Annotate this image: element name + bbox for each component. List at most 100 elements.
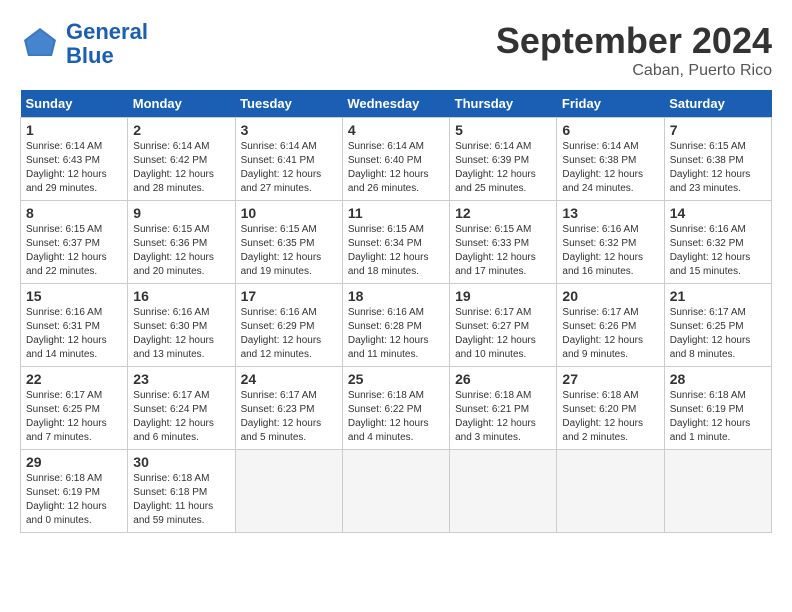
logo-general: General [66,19,148,44]
day-info: Sunrise: 6:16 AMSunset: 6:31 PMDaylight:… [26,306,122,362]
month-year: September 2024 [496,20,772,62]
day-info: Sunrise: 6:14 AMSunset: 6:42 PMDaylight:… [133,140,229,196]
calendar-cell: 16Sunrise: 6:16 AMSunset: 6:30 PMDayligh… [128,284,235,367]
weekday-header-thursday: Thursday [450,90,557,118]
day-info: Sunrise: 6:17 AMSunset: 6:26 PMDaylight:… [562,306,658,362]
calendar-cell: 14 Sunrise: 6:16 AMSunset: 6:32 PMDayligh… [664,201,771,284]
calendar-week-2: 8Sunrise: 6:15 AMSunset: 6:37 PMDaylight… [21,201,772,284]
day-number: 5 [455,122,551,138]
day-info: Sunrise: 6:15 AMSunset: 6:38 PMDaylight:… [670,140,766,196]
day-info: Sunrise: 6:14 AMSunset: 6:38 PMDaylight:… [562,140,658,196]
calendar-cell: 26 Sunrise: 6:18 AMSunset: 6:21 PMDayligh… [450,367,557,450]
calendar-cell: 2 Sunrise: 6:14 AMSunset: 6:42 PMDaylight… [128,118,235,201]
day-info: Sunrise: 6:16 AMSunset: 6:28 PMDaylight:… [348,306,444,362]
calendar-cell: 3 Sunrise: 6:14 AMSunset: 6:41 PMDaylight… [235,118,342,201]
day-number: 11 [348,205,444,221]
day-info: Sunrise: 6:17 AMSunset: 6:25 PMDaylight:… [670,306,766,362]
weekday-header-friday: Friday [557,90,664,118]
calendar-cell: 20 Sunrise: 6:17 AMSunset: 6:26 PMDayligh… [557,284,664,367]
day-number: 19 [455,288,551,304]
calendar-cell [557,450,664,533]
weekday-header-saturday: Saturday [664,90,771,118]
weekday-header-tuesday: Tuesday [235,90,342,118]
calendar-cell [342,450,449,533]
day-number: 4 [348,122,444,138]
day-number: 9 [133,205,229,221]
day-info: Sunrise: 6:15 AMSunset: 6:37 PMDaylight:… [26,223,122,279]
day-number: 29 [26,454,122,470]
day-info: Sunrise: 6:17 AMSunset: 6:24 PMDaylight:… [133,389,229,445]
calendar-cell: 24 Sunrise: 6:17 AMSunset: 6:23 PMDayligh… [235,367,342,450]
day-number: 12 [455,205,551,221]
calendar-cell: 21 Sunrise: 6:17 AMSunset: 6:25 PMDayligh… [664,284,771,367]
day-info: Sunrise: 6:16 AMSunset: 6:30 PMDaylight:… [133,306,229,362]
calendar-cell: 8Sunrise: 6:15 AMSunset: 6:37 PMDaylight… [21,201,128,284]
calendar-cell: 7Sunrise: 6:15 AMSunset: 6:38 PMDaylight… [664,118,771,201]
day-info: Sunrise: 6:18 AMSunset: 6:19 PMDaylight:… [670,389,766,445]
day-number: 24 [241,371,337,387]
calendar-cell: 29 Sunrise: 6:18 AMSunset: 6:19 PMDayligh… [21,450,128,533]
calendar-cell [664,450,771,533]
calendar-cell: 18 Sunrise: 6:16 AMSunset: 6:28 PMDayligh… [342,284,449,367]
logo-icon [20,24,60,64]
day-info: Sunrise: 6:14 AMSunset: 6:43 PMDaylight:… [26,140,122,196]
calendar-cell: 27 Sunrise: 6:18 AMSunset: 6:20 PMDayligh… [557,367,664,450]
calendar-cell: 13Sunrise: 6:16 AMSunset: 6:32 PMDayligh… [557,201,664,284]
day-number: 6 [562,122,658,138]
calendar-cell: 12 Sunrise: 6:15 AMSunset: 6:33 PMDayligh… [450,201,557,284]
weekday-header-wednesday: Wednesday [342,90,449,118]
calendar-cell: 25Sunrise: 6:18 AMSunset: 6:22 PMDayligh… [342,367,449,450]
day-info: Sunrise: 6:18 AMSunset: 6:21 PMDaylight:… [455,389,551,445]
calendar-week-3: 15 Sunrise: 6:16 AMSunset: 6:31 PMDayligh… [21,284,772,367]
calendar-cell [235,450,342,533]
day-info: Sunrise: 6:14 AMSunset: 6:41 PMDaylight:… [241,140,337,196]
weekday-header-monday: Monday [128,90,235,118]
calendar-cell: 9 Sunrise: 6:15 AMSunset: 6:36 PMDaylight… [128,201,235,284]
day-info: Sunrise: 6:18 AMSunset: 6:20 PMDaylight:… [562,389,658,445]
logo-text: General Blue [66,20,148,68]
day-number: 17 [241,288,337,304]
day-info: Sunrise: 6:15 AMSunset: 6:36 PMDaylight:… [133,223,229,279]
day-number: 1 [26,122,122,138]
day-number: 22 [26,371,122,387]
calendar-cell: 28Sunrise: 6:18 AMSunset: 6:19 PMDayligh… [664,367,771,450]
day-number: 27 [562,371,658,387]
day-info: Sunrise: 6:18 AMSunset: 6:18 PMDaylight:… [133,472,229,528]
day-number: 14 [670,205,766,221]
day-number: 18 [348,288,444,304]
calendar-cell: 19Sunrise: 6:17 AMSunset: 6:27 PMDayligh… [450,284,557,367]
day-number: 21 [670,288,766,304]
day-number: 26 [455,371,551,387]
day-info: Sunrise: 6:17 AMSunset: 6:25 PMDaylight:… [26,389,122,445]
day-info: Sunrise: 6:15 AMSunset: 6:35 PMDaylight:… [241,223,337,279]
day-number: 23 [133,371,229,387]
calendar-cell: 6 Sunrise: 6:14 AMSunset: 6:38 PMDaylight… [557,118,664,201]
calendar-week-1: 1 Sunrise: 6:14 AMSunset: 6:43 PMDaylight… [21,118,772,201]
day-number: 10 [241,205,337,221]
day-info: Sunrise: 6:16 AMSunset: 6:32 PMDaylight:… [562,223,658,279]
day-number: 15 [26,288,122,304]
calendar-cell [450,450,557,533]
day-number: 3 [241,122,337,138]
day-number: 20 [562,288,658,304]
location: Caban, Puerto Rico [496,62,772,80]
day-info: Sunrise: 6:14 AMSunset: 6:40 PMDaylight:… [348,140,444,196]
calendar-cell: 1 Sunrise: 6:14 AMSunset: 6:43 PMDaylight… [21,118,128,201]
day-info: Sunrise: 6:16 AMSunset: 6:32 PMDaylight:… [670,223,766,279]
logo: General Blue [20,20,148,68]
day-info: Sunrise: 6:18 AMSunset: 6:19 PMDaylight:… [26,472,122,528]
calendar-cell: 23 Sunrise: 6:17 AMSunset: 6:24 PMDayligh… [128,367,235,450]
day-number: 2 [133,122,229,138]
calendar-cell: 17Sunrise: 6:16 AMSunset: 6:29 PMDayligh… [235,284,342,367]
calendar-cell: 30 Sunrise: 6:18 AMSunset: 6:18 PMDayligh… [128,450,235,533]
day-number: 30 [133,454,229,470]
day-info: Sunrise: 6:18 AMSunset: 6:22 PMDaylight:… [348,389,444,445]
logo-blue: Blue [66,43,114,68]
calendar-cell: 11Sunrise: 6:15 AMSunset: 6:34 PMDayligh… [342,201,449,284]
calendar-cell: 22 Sunrise: 6:17 AMSunset: 6:25 PMDayligh… [21,367,128,450]
day-info: Sunrise: 6:15 AMSunset: 6:33 PMDaylight:… [455,223,551,279]
day-info: Sunrise: 6:17 AMSunset: 6:23 PMDaylight:… [241,389,337,445]
calendar-week-5: 29 Sunrise: 6:18 AMSunset: 6:19 PMDayligh… [21,450,772,533]
calendar-cell: 15 Sunrise: 6:16 AMSunset: 6:31 PMDayligh… [21,284,128,367]
day-info: Sunrise: 6:14 AMSunset: 6:39 PMDaylight:… [455,140,551,196]
